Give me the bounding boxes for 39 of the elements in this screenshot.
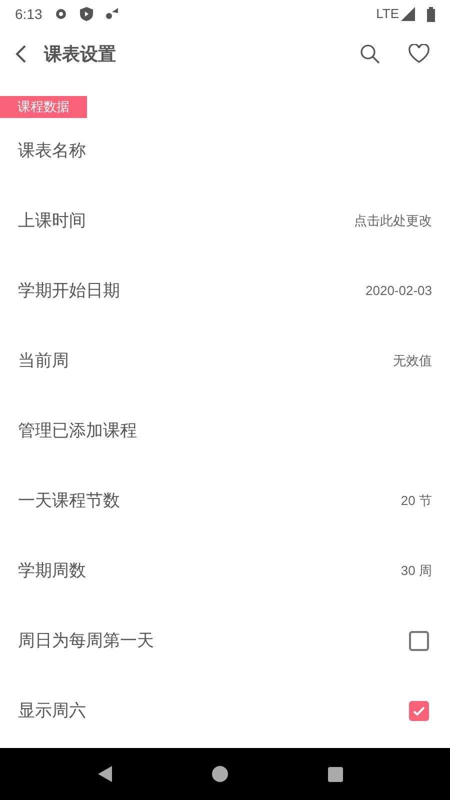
settings-row[interactable]: 一天课程节数 20 节 bbox=[0, 466, 450, 536]
settings-row[interactable]: 管理已添加课程 bbox=[0, 396, 450, 466]
section-tag: 课程数据 bbox=[0, 96, 87, 118]
battery-icon bbox=[427, 6, 435, 22]
row-value: 30 周 bbox=[400, 562, 432, 580]
row-label: 当前周 bbox=[18, 350, 69, 372]
shield-icon bbox=[80, 7, 94, 21]
row-label: 显示周六 bbox=[18, 700, 86, 722]
row-value: 20 节 bbox=[400, 492, 432, 510]
settings-row[interactable]: 上课时间 点击此处更改 bbox=[0, 186, 450, 256]
row-label: 一天课程节数 bbox=[18, 490, 120, 512]
row-label: 管理已添加课程 bbox=[18, 420, 137, 442]
row-label: 上课时间 bbox=[18, 210, 86, 232]
settings-row[interactable]: 学期开始日期 2020-02-03 bbox=[0, 256, 450, 326]
row-value: 无效值 bbox=[393, 352, 432, 370]
settings-row[interactable]: 周日为每周第一天 bbox=[0, 606, 450, 676]
row-value: 2020-02-03 bbox=[366, 282, 432, 300]
row-label: 周日为每周第一天 bbox=[18, 630, 154, 652]
recents-square-icon[interactable] bbox=[328, 766, 342, 782]
row-label: 学期周数 bbox=[18, 560, 86, 582]
home-circle-icon[interactable] bbox=[212, 766, 228, 782]
settings-row[interactable]: 当前周 无效值 bbox=[0, 326, 450, 396]
back-triangle-icon[interactable] bbox=[98, 766, 112, 782]
page-title: 课表设置 bbox=[44, 42, 116, 66]
settings-row[interactable]: 课表名称 bbox=[0, 116, 450, 186]
heart-icon[interactable] bbox=[408, 44, 430, 64]
network-label: LTE bbox=[376, 5, 399, 24]
check-icon bbox=[412, 704, 426, 718]
settings-row[interactable]: 学期周数 30 周 bbox=[0, 536, 450, 606]
back-icon[interactable] bbox=[14, 44, 28, 64]
signal-icon bbox=[401, 7, 415, 21]
row-value: 点击此处更改 bbox=[354, 212, 432, 230]
row-label: 课表名称 bbox=[18, 140, 86, 162]
row-label: 学期开始日期 bbox=[18, 280, 120, 302]
status-time: 6:13 bbox=[15, 4, 42, 24]
search-icon[interactable] bbox=[360, 44, 380, 64]
settings-row[interactable]: 显示周六 bbox=[0, 676, 450, 746]
checkbox[interactable] bbox=[409, 631, 429, 651]
checkbox[interactable] bbox=[409, 701, 429, 721]
